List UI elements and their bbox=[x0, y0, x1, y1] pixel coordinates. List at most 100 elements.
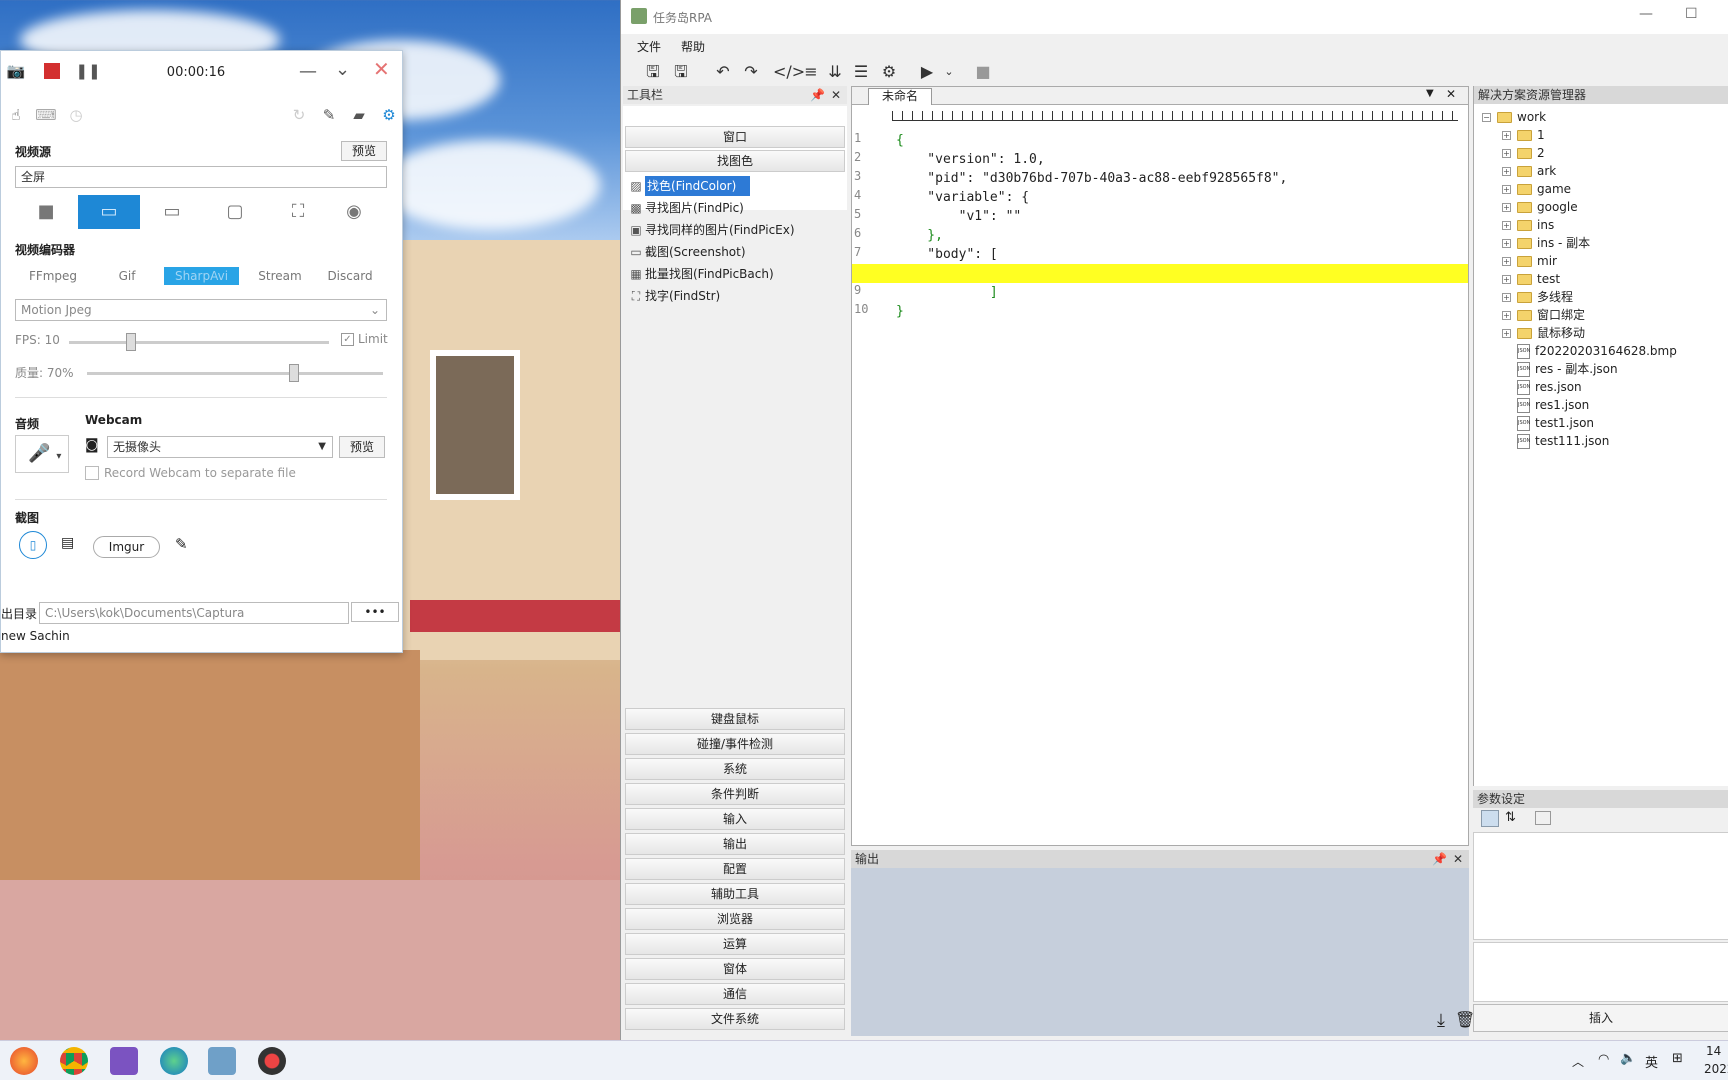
save-all-icon[interactable]: 🖫 bbox=[669, 60, 693, 84]
category-button[interactable]: 键盘鼠标 bbox=[625, 708, 845, 730]
gear-settings-icon[interactable]: ⚙ bbox=[877, 60, 901, 84]
minimize-button[interactable]: — bbox=[299, 61, 317, 82]
chevron-up-icon[interactable]: ︿ bbox=[1572, 1053, 1584, 1070]
expand-icon[interactable]: + bbox=[1502, 238, 1511, 248]
webcam-preview-button[interactable]: 预览 bbox=[339, 436, 385, 458]
encoder-gif[interactable]: Gif bbox=[101, 267, 153, 285]
tree-folder[interactable]: + 多线程 bbox=[1502, 288, 1573, 306]
categorized-icon[interactable] bbox=[1481, 810, 1499, 827]
tree-folder[interactable]: − work bbox=[1482, 108, 1546, 126]
stop-icon[interactable]: ■ bbox=[971, 60, 995, 84]
category-button[interactable]: 通信 bbox=[625, 983, 845, 1005]
expand-icon[interactable]: + bbox=[1502, 166, 1511, 176]
expand-icon[interactable]: − bbox=[1482, 112, 1491, 122]
undo-icon[interactable]: ↶ bbox=[711, 60, 735, 84]
imgur-button[interactable]: Imgur bbox=[93, 536, 160, 558]
minimize-button[interactable]: — bbox=[1639, 6, 1653, 22]
chrome-icon[interactable] bbox=[60, 1047, 88, 1075]
expand-icon[interactable]: + bbox=[1502, 184, 1511, 194]
expand-icon[interactable]: + bbox=[1502, 256, 1511, 266]
category-button[interactable]: 输出 bbox=[625, 833, 845, 855]
tool-item[interactable]: ▩ 寻找图片(FindPic) bbox=[627, 198, 744, 218]
expand-icon[interactable]: + bbox=[1502, 202, 1511, 212]
microphone-button[interactable]: 🎤 ▾ bbox=[15, 435, 69, 473]
video-source-region-icon[interactable]: ⛶ bbox=[267, 195, 329, 229]
tree-folder[interactable]: + game bbox=[1502, 180, 1571, 198]
video-source-camera-icon[interactable]: ■ bbox=[15, 195, 77, 229]
rpa-app-icon[interactable] bbox=[208, 1047, 236, 1075]
save-icon[interactable]: 🖫 bbox=[641, 60, 665, 84]
tree-file[interactable]: JSON res - 副本.json bbox=[1502, 360, 1618, 378]
expand-icon[interactable]: + bbox=[1502, 310, 1511, 320]
category-window[interactable]: 窗口 bbox=[625, 126, 845, 148]
timer-icon[interactable]: ◷ bbox=[61, 106, 91, 124]
code-line[interactable]: } bbox=[852, 302, 1532, 321]
tree-folder[interactable]: + google bbox=[1502, 198, 1578, 216]
limit-checkbox[interactable]: ✓ bbox=[341, 332, 354, 346]
tree-folder[interactable]: + test bbox=[1502, 270, 1560, 288]
close-button[interactable]: ✕ bbox=[373, 57, 390, 81]
property-pages-icon[interactable] bbox=[1535, 811, 1551, 825]
menu-file[interactable]: 文件 bbox=[637, 38, 661, 55]
tree-file[interactable]: JSON f20220203164628.bmp bbox=[1502, 342, 1677, 360]
tree-folder[interactable]: + 窗口绑定 bbox=[1502, 306, 1585, 324]
chevron-down-icon[interactable]: ⌄ bbox=[937, 60, 961, 84]
captura-icon[interactable] bbox=[258, 1047, 286, 1075]
run-play-icon[interactable]: ▶ bbox=[915, 60, 939, 84]
firefox-icon[interactable] bbox=[10, 1047, 38, 1075]
screenshot-to-disk-icon[interactable]: ▯ bbox=[19, 531, 47, 559]
encoder-ffmpeg[interactable]: FFmpeg bbox=[23, 267, 83, 285]
chevron-down-icon[interactable]: ▼ bbox=[1426, 88, 1434, 99]
redo-icon[interactable]: ↷ bbox=[739, 60, 763, 84]
category-button[interactable]: 系统 bbox=[625, 758, 845, 780]
code-line[interactable]: "body": [ bbox=[852, 245, 1532, 264]
category-button[interactable]: 碰撞/事件检测 bbox=[625, 733, 845, 755]
code-view-icon[interactable]: </> bbox=[773, 60, 805, 84]
close-icon[interactable]: ✕ bbox=[1446, 87, 1456, 101]
category-button[interactable]: 窗体 bbox=[625, 958, 845, 980]
tree-file[interactable]: JSON res.json bbox=[1502, 378, 1582, 396]
wifi-icon[interactable]: ◠ bbox=[1598, 1052, 1609, 1067]
code-line[interactable] bbox=[852, 264, 1468, 283]
tree-file[interactable]: JSON test1.json bbox=[1502, 414, 1594, 432]
tree-file[interactable]: JSON res1.json bbox=[1502, 396, 1589, 414]
codec-dropdown[interactable]: Motion Jpeg ⌄ bbox=[15, 299, 387, 321]
tool-item[interactable]: ▣ 寻找同样的图片(FindPicEx) bbox=[627, 220, 794, 240]
browse-more-button[interactable]: ••• bbox=[351, 602, 399, 622]
keyboard-grid-icon[interactable]: ⊞ bbox=[1672, 1051, 1683, 1066]
collapse-icon[interactable]: ⌄ bbox=[335, 59, 350, 80]
category-button[interactable]: 输入 bbox=[625, 808, 845, 830]
tool-item[interactable]: ⛶ 找字(FindStr) bbox=[627, 286, 720, 306]
clipboard-icon[interactable]: ▤ bbox=[61, 535, 74, 551]
stop-record-button[interactable] bbox=[44, 63, 60, 79]
camera-icon[interactable]: 📷 bbox=[1, 62, 31, 80]
tool-item[interactable]: ▦ 批量找图(FindPicBach) bbox=[627, 264, 773, 284]
tree-folder[interactable]: +1 bbox=[1502, 126, 1545, 144]
code-line[interactable]: "variable": { bbox=[852, 188, 1532, 207]
quality-slider-thumb[interactable] bbox=[289, 364, 300, 382]
category-button[interactable]: 文件系统 bbox=[625, 1008, 845, 1030]
tree-folder[interactable]: + mir bbox=[1502, 252, 1557, 270]
menu-help[interactable]: 帮助 bbox=[681, 38, 705, 55]
tool-item[interactable]: ▨ 找色(FindColor) bbox=[627, 176, 751, 196]
category-button[interactable]: 条件判断 bbox=[625, 783, 845, 805]
pin-icon[interactable]: 📌 bbox=[810, 86, 825, 104]
insert-button[interactable]: 插入 bbox=[1473, 1004, 1728, 1032]
expand-icon[interactable]: + bbox=[1502, 148, 1511, 158]
format-icon[interactable]: ≡ bbox=[799, 60, 823, 84]
keyboard-icon[interactable]: ⌨ bbox=[31, 106, 61, 124]
list-check-icon[interactable]: ☰ bbox=[849, 60, 873, 84]
edge-icon[interactable] bbox=[160, 1047, 188, 1075]
encoder-stream[interactable]: Stream bbox=[249, 267, 311, 285]
category-button[interactable]: 辅助工具 bbox=[625, 883, 845, 905]
webcam-dropdown[interactable]: 无摄像头 ▼ bbox=[107, 436, 333, 458]
video-source-window-icon[interactable]: ▢ bbox=[204, 195, 266, 229]
tree-folder[interactable]: + ins - 副本 bbox=[1502, 234, 1590, 252]
video-source-monitor-icon[interactable]: ▭ bbox=[141, 195, 203, 229]
folder-icon[interactable]: ▰ bbox=[344, 106, 374, 124]
maximize-button[interactable]: ☐ bbox=[1685, 6, 1698, 22]
tree-folder[interactable]: +2 bbox=[1502, 144, 1545, 162]
download-icon[interactable]: ⤓ bbox=[1437, 1010, 1445, 1031]
pin-icon[interactable]: 📌 bbox=[1432, 850, 1447, 868]
expand-icon[interactable]: + bbox=[1502, 274, 1511, 284]
